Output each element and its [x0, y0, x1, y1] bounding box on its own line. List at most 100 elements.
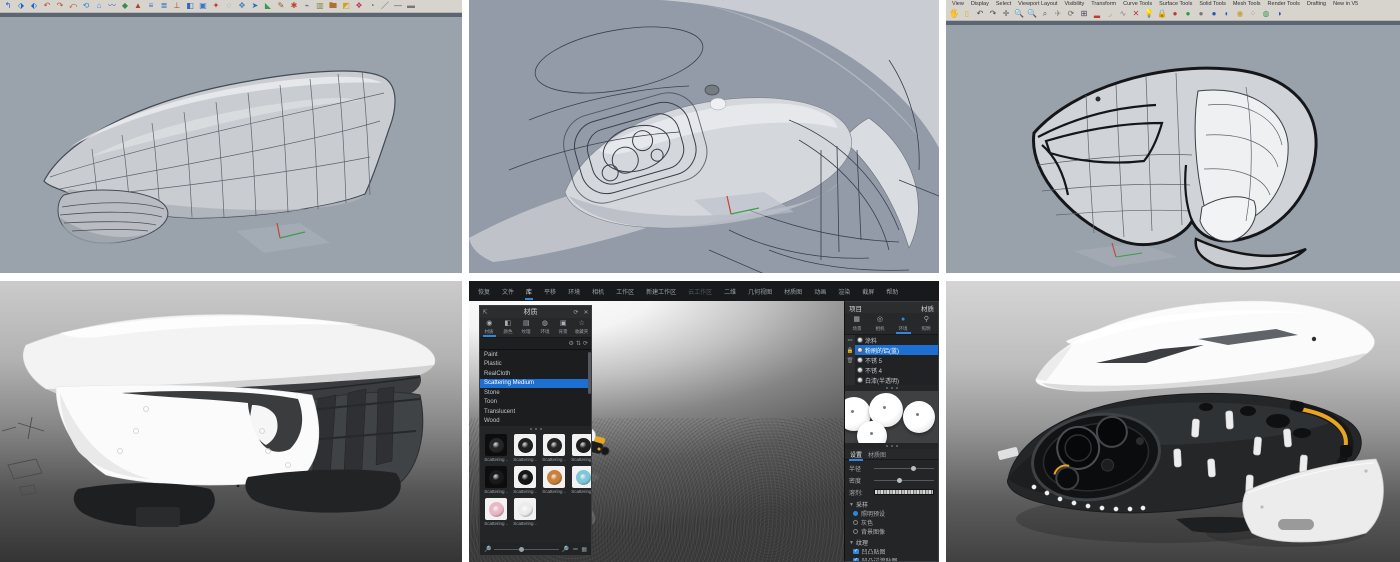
- redo-icon[interactable]: ↷: [54, 2, 66, 10]
- surface-icon[interactable]: ▬: [405, 2, 417, 10]
- library-search-row[interactable]: ⚙⇅⟳: [480, 338, 591, 349]
- library-tab-4[interactable]: ▣背景: [554, 318, 573, 337]
- section-caret-icon[interactable]: ▼: [849, 540, 854, 546]
- material-thumbnail[interactable]: Scattering ...: [483, 498, 509, 527]
- slider-track[interactable]: [874, 468, 934, 469]
- radio-option[interactable]: 灰色: [849, 518, 934, 527]
- undo-icon[interactable]: ↶: [974, 10, 986, 18]
- shade-icon[interactable]: ◩: [340, 2, 352, 10]
- material-category-row[interactable]: Toon: [480, 398, 591, 408]
- scene-material-row[interactable]: 不锈 5: [855, 355, 938, 365]
- material-thumbnail[interactable]: Scattering ...: [512, 434, 538, 463]
- zoom-in-icon[interactable]: 🔎: [562, 546, 569, 553]
- paste-tool-icon[interactable]: ⬖: [28, 2, 40, 10]
- trash-icon[interactable]: 🗑: [847, 358, 854, 364]
- split-icon[interactable]: ◧: [184, 2, 196, 10]
- scene-material-row[interactable]: 涂料: [855, 335, 938, 345]
- ribbon-item-14[interactable]: 截屏: [857, 281, 879, 301]
- ribbon-item-1[interactable]: 文件: [497, 281, 519, 301]
- render-icon[interactable]: ❖: [353, 2, 365, 10]
- menu-item-select[interactable]: Select: [996, 1, 1011, 7]
- gray-sphere-icon[interactable]: ●: [1195, 10, 1207, 18]
- close-icon[interactable]: ✕: [581, 309, 591, 316]
- folder-icon[interactable]: 🖿: [327, 2, 339, 10]
- hatch-icon[interactable]: ▥: [314, 2, 326, 10]
- lock-icon[interactable]: 🔒: [847, 348, 854, 354]
- ribbon-item-5[interactable]: 相机: [587, 281, 609, 301]
- notes-icon[interactable]: ▯: [961, 10, 973, 18]
- analyze-icon[interactable]: ◔: [366, 2, 378, 10]
- project-tab-0[interactable]: ▦场景: [845, 313, 868, 334]
- rhino-surfacing-viewport[interactable]: [469, 0, 939, 273]
- radio-icon[interactable]: [853, 529, 858, 534]
- delete-icon[interactable]: ✕: [1130, 10, 1142, 18]
- sort-icon[interactable]: ⇅: [576, 340, 581, 347]
- explode-star-icon[interactable]: ✱: [288, 2, 300, 10]
- rotate-view-icon[interactable]: ⟲: [80, 2, 92, 10]
- menu-item-display[interactable]: Display: [971, 1, 989, 7]
- blue-sphere-icon[interactable]: ●: [1208, 10, 1220, 18]
- checkbox-option[interactable]: 凹凸过渡贴图: [849, 556, 934, 561]
- fillet-icon[interactable]: ◣: [262, 2, 274, 10]
- move-icon[interactable]: ✛: [1000, 10, 1012, 18]
- zoom-icon[interactable]: 🔍: [1013, 10, 1025, 18]
- menu-item-mesh-tools[interactable]: Mesh Tools: [1233, 1, 1261, 7]
- checkbox-icon[interactable]: [853, 558, 859, 561]
- red-dash-icon[interactable]: ▂: [1091, 10, 1103, 18]
- ribbon-item-12[interactable]: 动画: [809, 281, 831, 301]
- menu-item-surface-tools[interactable]: Surface Tools: [1159, 1, 1192, 7]
- render-globe-icon[interactable]: ◑: [1273, 10, 1285, 18]
- lock-icon[interactable]: 🔒: [1156, 10, 1168, 18]
- filter-icon[interactable]: ⚙: [569, 340, 574, 347]
- library-tab-1[interactable]: ◧颜色: [499, 318, 518, 337]
- slider-track[interactable]: [874, 480, 934, 481]
- layers-icon[interactable]: ≡: [145, 2, 157, 10]
- project-tab-2[interactable]: ●环境: [892, 313, 915, 334]
- home-view-icon[interactable]: ⌂: [93, 2, 105, 10]
- material-category-row[interactable]: Translucent: [480, 407, 591, 417]
- texture-dots-icon[interactable]: ⁘: [1247, 10, 1259, 18]
- zoom-slider[interactable]: [494, 549, 558, 550]
- material-category-row[interactable]: RealCloth: [480, 369, 591, 379]
- copy-tool-icon[interactable]: ⬗: [15, 2, 27, 10]
- project-tab-3[interactable]: ⚲照明: [915, 313, 938, 334]
- ribbon-item-7[interactable]: 新建工作区: [641, 281, 681, 301]
- material-preview-sphere[interactable]: [857, 421, 887, 443]
- checkbox-icon[interactable]: [853, 549, 859, 555]
- radio-option[interactable]: 背景图像: [849, 527, 934, 536]
- material-thumbnail[interactable]: Scattering ...: [512, 498, 538, 527]
- curve-icon[interactable]: 〰: [106, 2, 118, 10]
- menu-item-solid-tools[interactable]: Solid Tools: [1199, 1, 1226, 7]
- layer-state-icon[interactable]: ≣: [158, 2, 170, 10]
- grid-icon[interactable]: ⊞: [1078, 10, 1090, 18]
- menu-item-viewport-layout[interactable]: Viewport Layout: [1018, 1, 1057, 7]
- scene-material-row[interactable]: 粉刷的铝(蓝): [855, 345, 938, 355]
- ribbon-item-8[interactable]: 云工作区: [683, 281, 717, 301]
- material-thumbnail[interactable]: Scattering ...: [512, 466, 538, 495]
- material-category-row[interactable]: Paint: [480, 350, 591, 360]
- move-tool-icon[interactable]: ↰: [2, 2, 14, 10]
- line-icon[interactable]: ／: [379, 2, 391, 10]
- menu-item-new-in-v5[interactable]: New in V5: [1333, 1, 1358, 7]
- property-tab-0[interactable]: 设置: [850, 450, 862, 459]
- radio-icon[interactable]: [853, 511, 858, 516]
- list-view-icon[interactable]: ≔: [572, 546, 578, 553]
- library-window-titlebar[interactable]: ⇱ 材质 ⟳✕: [480, 306, 591, 318]
- environment-icon[interactable]: ◍: [1260, 10, 1272, 18]
- zoom-out-icon[interactable]: 🔎: [484, 546, 491, 553]
- project-panel-header[interactable]: 项目 材质: [845, 302, 938, 313]
- rhino-shaded-viewport[interactable]: [0, 17, 462, 273]
- ribbon-item-13[interactable]: 渲染: [833, 281, 855, 301]
- material-category-row[interactable]: Plastic: [480, 360, 591, 370]
- link-icon[interactable]: ⚯: [848, 338, 853, 344]
- ribbon-item-11[interactable]: 材质图: [779, 281, 807, 301]
- ribbon-item-6[interactable]: 工作区: [611, 281, 639, 301]
- arc-icon[interactable]: ◞: [1104, 10, 1116, 18]
- material-preview-sphere[interactable]: [903, 401, 935, 433]
- polyline-icon[interactable]: —: [392, 2, 404, 10]
- refresh-icon[interactable]: ⟳: [571, 309, 581, 316]
- explode-icon[interactable]: ✦: [210, 2, 222, 10]
- material-thumbnail[interactable]: Scattering ...: [570, 466, 591, 495]
- hide-icon[interactable]: ◌: [223, 2, 235, 10]
- dash-icon[interactable]: ⌁: [301, 2, 313, 10]
